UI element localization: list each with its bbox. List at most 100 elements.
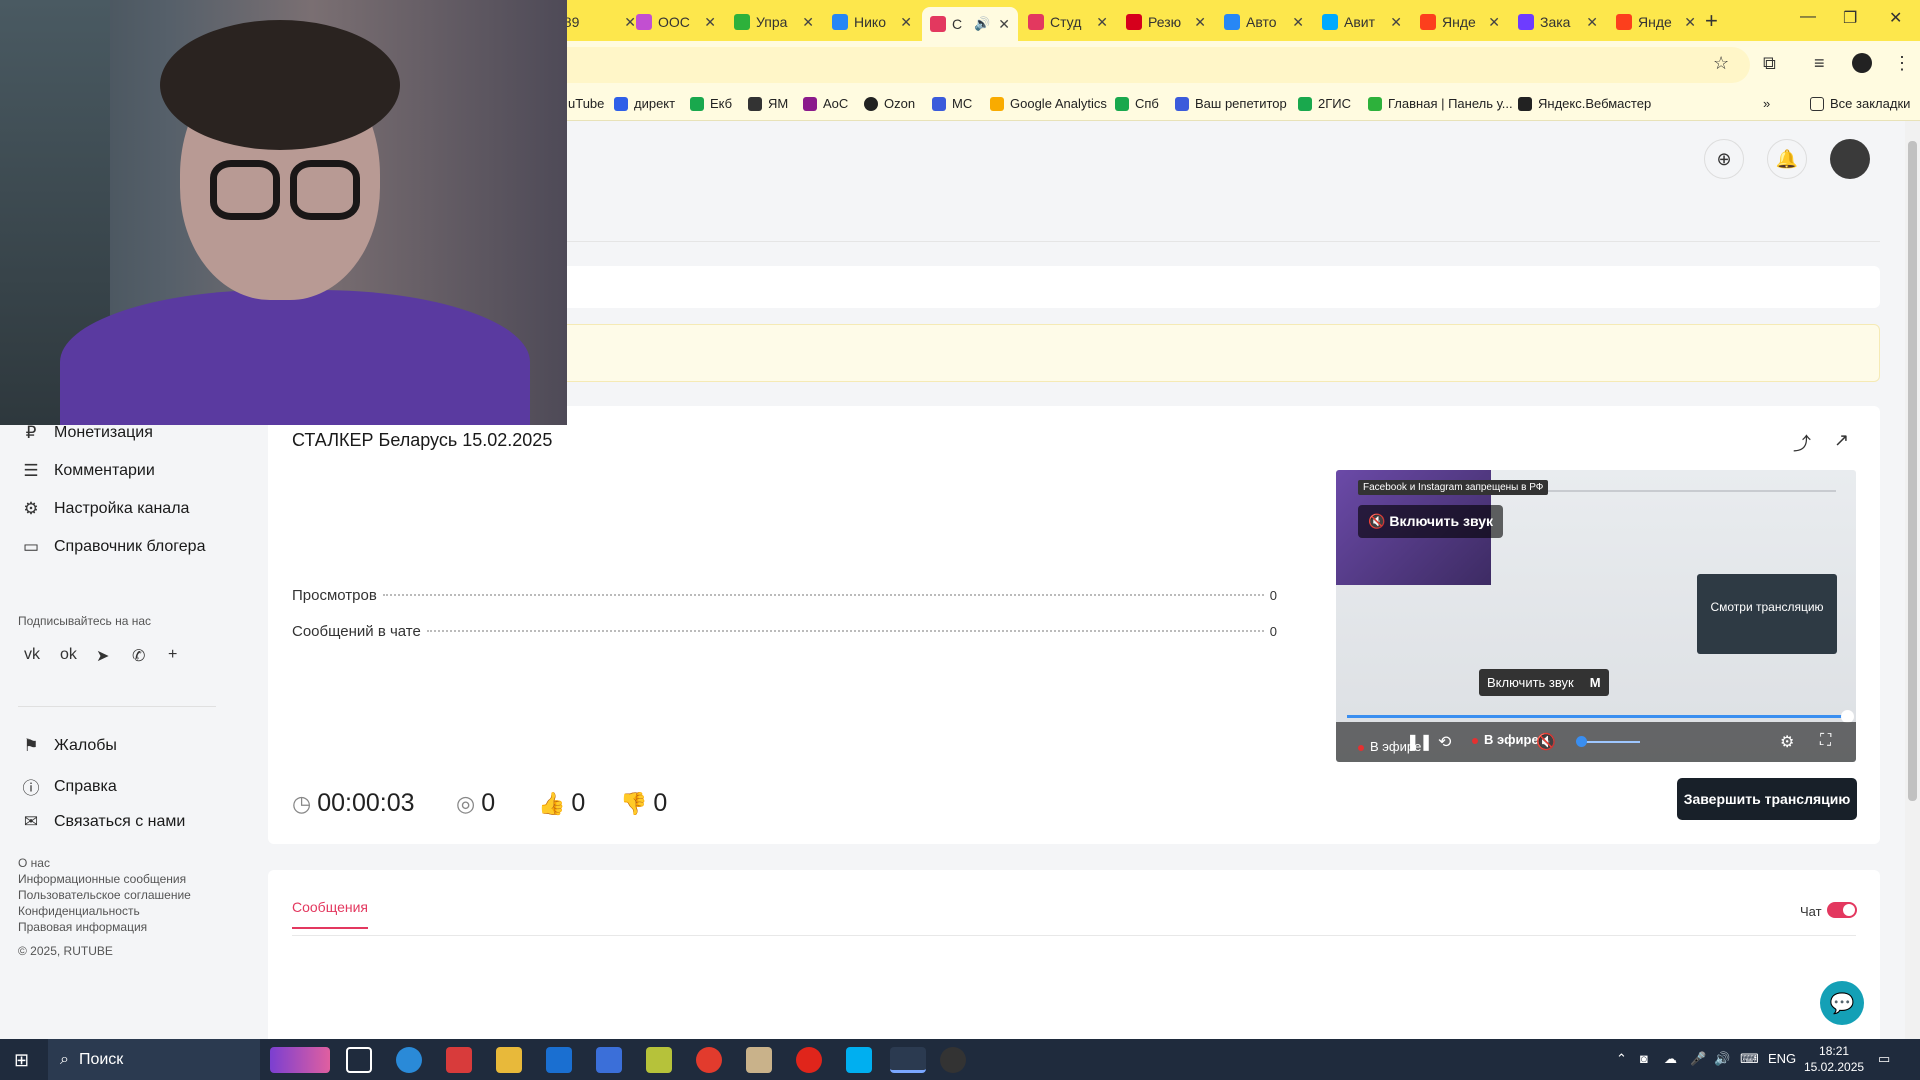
media-icon[interactable]: ≡ [1814, 53, 1825, 74]
tab-messages[interactable]: Сообщения [292, 899, 368, 929]
bookmark[interactable]: директ [614, 96, 675, 111]
page-scrollbar[interactable] [1905, 121, 1920, 1039]
footer-link[interactable]: Конфиденциальность [18, 904, 140, 918]
close-tab-icon[interactable]: ✕ [1292, 14, 1304, 31]
footer-link[interactable]: Правовая информация [18, 920, 147, 934]
winrar-icon[interactable] [446, 1047, 472, 1073]
profile-avatar-icon[interactable] [1852, 53, 1872, 73]
tray-app-icon[interactable]: ◙ [1640, 1051, 1648, 1066]
more-bookmarks-icon[interactable]: » [1763, 96, 1770, 111]
microphone-icon[interactable]: 🎤 [1690, 1051, 1706, 1067]
scroll-thumb[interactable] [1908, 141, 1917, 801]
bookmark[interactable]: Яндекс.Вебмастер [1518, 96, 1651, 111]
bookmark[interactable]: Ozon [864, 96, 915, 111]
taskbar-search[interactable]: ⌕ Поиск [48, 1039, 260, 1080]
footer-link[interactable]: О нас [18, 856, 50, 870]
edge-icon[interactable] [396, 1047, 422, 1073]
clock[interactable]: 18:21 15.02.2025 [1804, 1043, 1864, 1075]
bookmark[interactable]: МС [932, 96, 972, 111]
browser-tab[interactable]: Авит ✕ [1314, 7, 1410, 37]
chrome-icon[interactable] [696, 1047, 722, 1073]
live-button[interactable]: В эфире [1472, 732, 1539, 747]
settings-icon[interactable]: ⚙ [1780, 732, 1794, 752]
bookmark[interactable]: Спб [1115, 96, 1159, 111]
windows-start-icon[interactable]: ⊞ [14, 1050, 29, 1071]
browser-tab[interactable]: Зака ✕ [1510, 7, 1606, 37]
end-stream-button[interactable]: Завершить трансляцию [1677, 778, 1857, 820]
new-tab-plus-icon[interactable]: + [1705, 8, 1718, 34]
bookmark[interactable]: ЯМ [748, 96, 788, 111]
chrome-active-icon[interactable] [890, 1047, 926, 1073]
pause-icon[interactable]: ❚❚ [1406, 732, 1433, 752]
fullscreen-icon[interactable]: ⛶ [1820, 732, 1831, 750]
vk-icon[interactable]: vk [24, 646, 40, 664]
close-tab-icon[interactable]: ✕ [802, 14, 814, 31]
browser-tab[interactable]: Студ ✕ [1020, 7, 1116, 37]
app-icon[interactable] [646, 1047, 672, 1073]
telegram-icon[interactable]: ➤ [96, 646, 109, 666]
video-player[interactable]: Facebook и Instagram запрещены в РФ 🔇 Вк… [1336, 470, 1856, 762]
app-icon[interactable] [746, 1047, 772, 1073]
star-icon[interactable]: ☆ [1713, 53, 1729, 74]
close-tab-icon[interactable]: ✕ [900, 14, 912, 31]
volume-muted-icon[interactable]: 🔇 [1536, 732, 1556, 752]
open-external-icon[interactable]: ↗ [1834, 430, 1849, 451]
bookmark[interactable]: AoC [803, 96, 848, 111]
close-tab-icon[interactable]: ✕ [1096, 14, 1108, 31]
close-tab-icon[interactable]: ✕ [998, 16, 1010, 33]
more-plus-icon[interactable]: + [168, 646, 177, 664]
sidebar-item-comments[interactable]: ☰ Комментарии [20, 461, 154, 481]
share-icon[interactable]: ⤴ [1793, 430, 1811, 456]
obs-icon[interactable] [940, 1047, 966, 1073]
browser-tab[interactable]: Нико ✕ [824, 7, 920, 37]
onedrive-icon[interactable]: ☁ [1664, 1051, 1677, 1067]
close-tab-icon[interactable]: ✕ [1586, 14, 1598, 31]
bookmark[interactable]: Google Analytics [990, 96, 1107, 111]
sidebar-item-channel-settings[interactable]: ⚙ Настройка канала [20, 499, 189, 519]
close-tab-icon[interactable]: ✕ [1684, 14, 1696, 31]
browser-tab[interactable]: Янде ✕ [1608, 7, 1704, 37]
store-icon[interactable] [596, 1047, 622, 1073]
bookmark[interactable]: Ваш репетитор [1175, 96, 1287, 111]
close-tab-icon[interactable]: ✕ [1194, 14, 1206, 31]
avatar[interactable] [1830, 139, 1870, 179]
browser-tab[interactable]: Резю ✕ [1118, 7, 1214, 37]
notifications-icon[interactable]: ▭ [1878, 1051, 1890, 1067]
close-tab-icon[interactable]: ✕ [1390, 14, 1402, 31]
bell-icon[interactable]: 🔔 [1767, 139, 1807, 179]
browser-tab[interactable]: Авто ✕ [1216, 7, 1312, 37]
extensions-icon[interactable]: ⧉ [1763, 53, 1776, 74]
unmute-button[interactable]: 🔇 Включить звук [1358, 505, 1504, 538]
sidebar-item-complaints[interactable]: ⚑ Жалобы [20, 736, 117, 756]
speaker-icon[interactable]: 🔊 [974, 16, 990, 32]
footer-link[interactable]: Пользовательское соглашение [18, 888, 191, 902]
explorer-icon[interactable] [496, 1047, 522, 1073]
sidebar-item-contact[interactable]: ✉ Связаться с нами [20, 812, 185, 832]
browser-tab[interactable]: Упра ✕ [726, 7, 822, 37]
sidebar-item-monetization[interactable]: ₽ Монетизация [20, 423, 153, 443]
create-plus-icon[interactable]: ⊕ [1704, 139, 1744, 179]
browser-tab[interactable]: ООС ✕ [628, 7, 724, 37]
outlook-icon[interactable] [546, 1047, 572, 1073]
bookmark[interactable]: uTube [568, 96, 604, 111]
task-view-icon[interactable] [346, 1047, 372, 1073]
bookmark[interactable]: Екб [690, 96, 732, 111]
window-close-icon[interactable]: ✕ [1889, 8, 1902, 28]
language-indicator[interactable]: ENG [1768, 1051, 1796, 1066]
bookmark[interactable]: Главная | Панель у... [1368, 96, 1513, 111]
keyboard-icon[interactable]: ⌨ [1740, 1051, 1759, 1067]
bookmark[interactable]: 2ГИС [1298, 96, 1351, 111]
menu-dots-icon[interactable]: ⋮ [1893, 53, 1911, 74]
close-tab-icon[interactable]: ✕ [704, 14, 716, 31]
browser-tab[interactable]: Янде ✕ [1412, 7, 1508, 37]
address-bar[interactable] [520, 47, 1750, 83]
speaker-icon[interactable]: 🔊 [1714, 1051, 1730, 1067]
support-chat-button[interactable]: 💬 [1820, 981, 1864, 1025]
all-bookmarks[interactable]: Все закладки [1810, 96, 1910, 111]
widget-icon[interactable] [270, 1047, 330, 1073]
sidebar-item-help[interactable]: ⓘ Справка [20, 774, 117, 799]
volume-handle[interactable] [1576, 736, 1587, 747]
viber-icon[interactable]: ✆ [132, 646, 145, 666]
chat-toggle[interactable] [1827, 902, 1857, 918]
minimize-icon[interactable]: — [1800, 8, 1816, 26]
